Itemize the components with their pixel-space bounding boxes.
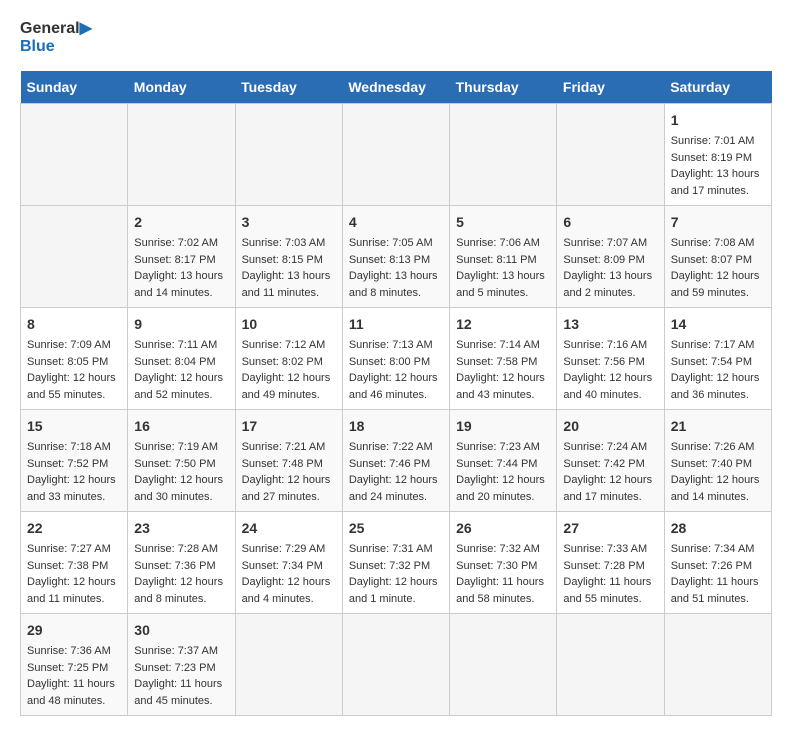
day-number: 11 [349,314,443,335]
calendar-cell [450,104,557,206]
calendar-cell: 16Sunrise: 7:19 AMSunset: 7:50 PMDayligh… [128,410,235,512]
day-number: 12 [456,314,550,335]
col-thursday: Thursday [450,71,557,104]
day-number: 14 [671,314,765,335]
calendar-cell: 14Sunrise: 7:17 AMSunset: 7:54 PMDayligh… [664,308,771,410]
col-friday: Friday [557,71,664,104]
calendar-cell: 2Sunrise: 7:02 AMSunset: 8:17 PMDaylight… [128,206,235,308]
calendar-cell: 17Sunrise: 7:21 AMSunset: 7:48 PMDayligh… [235,410,342,512]
logo-blue-text: Blue [20,38,55,55]
calendar-cell: 25Sunrise: 7:31 AMSunset: 7:32 PMDayligh… [342,512,449,614]
calendar-cell [342,104,449,206]
calendar-cell: 3Sunrise: 7:03 AMSunset: 8:15 PMDaylight… [235,206,342,308]
day-number: 30 [134,620,228,641]
day-number: 17 [242,416,336,437]
calendar-row-1: 1Sunrise: 7:01 AMSunset: 8:19 PMDaylight… [21,104,772,206]
calendar-cell: 26Sunrise: 7:32 AMSunset: 7:30 PMDayligh… [450,512,557,614]
calendar-cell [557,614,664,716]
calendar-cell: 8Sunrise: 7:09 AMSunset: 8:05 PMDaylight… [21,308,128,410]
col-wednesday: Wednesday [342,71,449,104]
day-number: 8 [27,314,121,335]
col-monday: Monday [128,71,235,104]
calendar-cell: 30Sunrise: 7:37 AMSunset: 7:23 PMDayligh… [128,614,235,716]
calendar-cell [128,104,235,206]
calendar-cell: 1Sunrise: 7:01 AMSunset: 8:19 PMDaylight… [664,104,771,206]
header-row: Sunday Monday Tuesday Wednesday Thursday… [21,71,772,104]
calendar-cell: 19Sunrise: 7:23 AMSunset: 7:44 PMDayligh… [450,410,557,512]
day-number: 4 [349,212,443,233]
calendar-cell: 4Sunrise: 7:05 AMSunset: 8:13 PMDaylight… [342,206,449,308]
day-number: 7 [671,212,765,233]
day-number: 23 [134,518,228,539]
logo-blue: ▶ [80,20,92,37]
day-number: 22 [27,518,121,539]
col-saturday: Saturday [664,71,771,104]
page-header: General▶ Blue [20,20,772,55]
day-number: 16 [134,416,228,437]
calendar-cell [235,104,342,206]
calendar-cell: 9Sunrise: 7:11 AMSunset: 8:04 PMDaylight… [128,308,235,410]
day-number: 25 [349,518,443,539]
calendar-cell: 28Sunrise: 7:34 AMSunset: 7:26 PMDayligh… [664,512,771,614]
col-sunday: Sunday [21,71,128,104]
col-tuesday: Tuesday [235,71,342,104]
day-number: 2 [134,212,228,233]
calendar-row-5: 22Sunrise: 7:27 AMSunset: 7:38 PMDayligh… [21,512,772,614]
day-number: 15 [27,416,121,437]
day-number: 27 [563,518,657,539]
day-number: 1 [671,110,765,131]
calendar-cell: 20Sunrise: 7:24 AMSunset: 7:42 PMDayligh… [557,410,664,512]
calendar-cell [21,206,128,308]
day-number: 21 [671,416,765,437]
day-number: 3 [242,212,336,233]
day-number: 26 [456,518,550,539]
calendar-cell: 22Sunrise: 7:27 AMSunset: 7:38 PMDayligh… [21,512,128,614]
calendar-cell [342,614,449,716]
day-number: 5 [456,212,550,233]
day-number: 9 [134,314,228,335]
calendar-row-2: 2Sunrise: 7:02 AMSunset: 8:17 PMDaylight… [21,206,772,308]
calendar-cell: 18Sunrise: 7:22 AMSunset: 7:46 PMDayligh… [342,410,449,512]
calendar-cell: 13Sunrise: 7:16 AMSunset: 7:56 PMDayligh… [557,308,664,410]
calendar-row-3: 8Sunrise: 7:09 AMSunset: 8:05 PMDaylight… [21,308,772,410]
calendar-table: Sunday Monday Tuesday Wednesday Thursday… [20,71,772,716]
day-number: 29 [27,620,121,641]
day-number: 20 [563,416,657,437]
calendar-cell: 12Sunrise: 7:14 AMSunset: 7:58 PMDayligh… [450,308,557,410]
logo-general: General [20,20,80,37]
day-number: 24 [242,518,336,539]
day-number: 19 [456,416,550,437]
calendar-cell [664,614,771,716]
calendar-cell: 21Sunrise: 7:26 AMSunset: 7:40 PMDayligh… [664,410,771,512]
calendar-cell: 29Sunrise: 7:36 AMSunset: 7:25 PMDayligh… [21,614,128,716]
calendar-cell: 10Sunrise: 7:12 AMSunset: 8:02 PMDayligh… [235,308,342,410]
calendar-cell [235,614,342,716]
logo: General▶ Blue [20,20,92,55]
calendar-row-6: 29Sunrise: 7:36 AMSunset: 7:25 PMDayligh… [21,614,772,716]
calendar-cell [21,104,128,206]
calendar-cell: 7Sunrise: 7:08 AMSunset: 8:07 PMDaylight… [664,206,771,308]
calendar-cell [557,104,664,206]
calendar-cell: 6Sunrise: 7:07 AMSunset: 8:09 PMDaylight… [557,206,664,308]
calendar-cell: 15Sunrise: 7:18 AMSunset: 7:52 PMDayligh… [21,410,128,512]
day-number: 6 [563,212,657,233]
calendar-cell: 11Sunrise: 7:13 AMSunset: 8:00 PMDayligh… [342,308,449,410]
calendar-cell: 5Sunrise: 7:06 AMSunset: 8:11 PMDaylight… [450,206,557,308]
calendar-cell: 23Sunrise: 7:28 AMSunset: 7:36 PMDayligh… [128,512,235,614]
day-number: 13 [563,314,657,335]
day-number: 28 [671,518,765,539]
day-number: 10 [242,314,336,335]
calendar-row-4: 15Sunrise: 7:18 AMSunset: 7:52 PMDayligh… [21,410,772,512]
calendar-cell: 24Sunrise: 7:29 AMSunset: 7:34 PMDayligh… [235,512,342,614]
calendar-cell [450,614,557,716]
day-number: 18 [349,416,443,437]
calendar-cell: 27Sunrise: 7:33 AMSunset: 7:28 PMDayligh… [557,512,664,614]
